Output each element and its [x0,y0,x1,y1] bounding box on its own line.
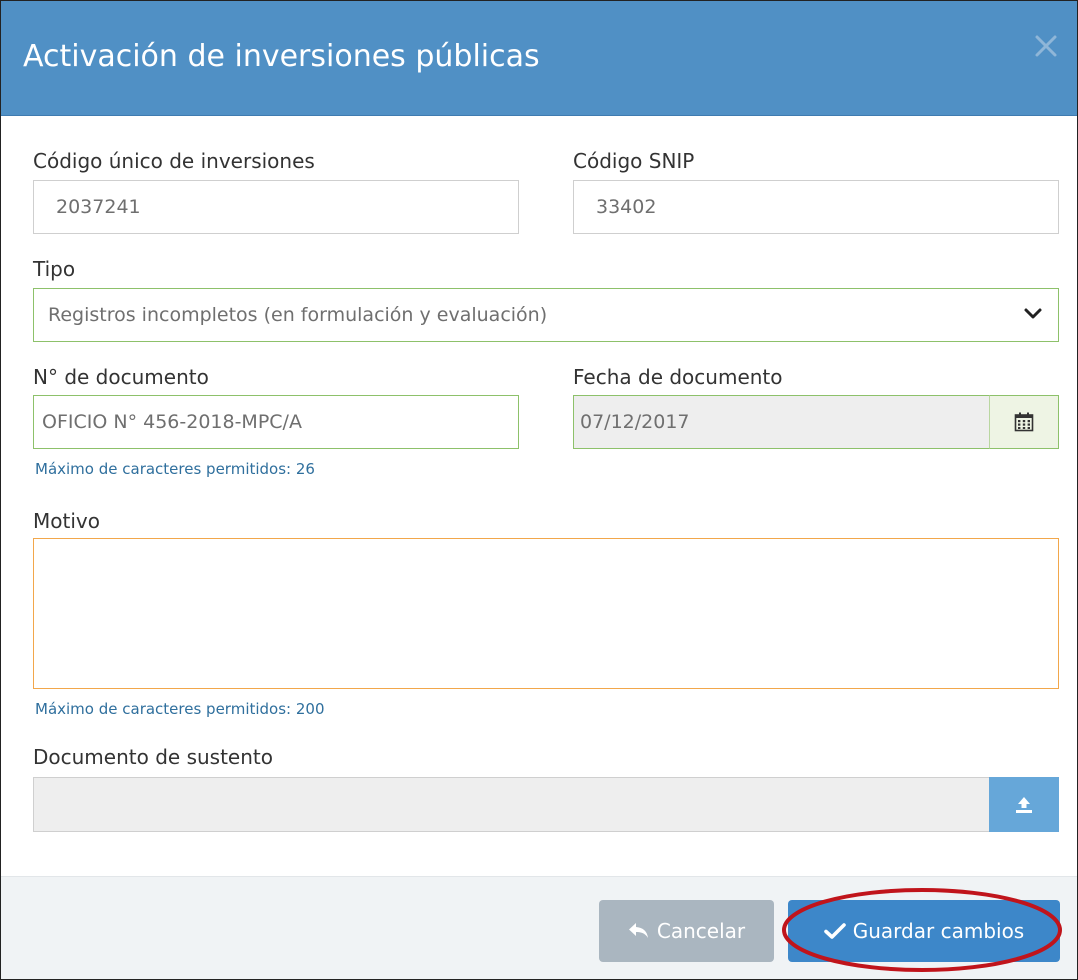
chevron-down-icon [1024,308,1042,319]
fecha-documento-input[interactable]: 07/12/2017 [573,395,990,449]
codigo-unico-value: 2037241 [56,196,141,218]
fecha-documento-value: 07/12/2017 [580,411,690,433]
codigo-snip-field[interactable]: 33402 [573,180,1059,234]
motivo-label: Motivo [33,509,100,533]
calendar-button[interactable] [989,395,1059,449]
tipo-selected-value: Registros incompletos (en formulación y … [48,304,548,326]
motivo-textarea[interactable] [33,538,1059,689]
activation-modal: Activación de inversiones públicas Códig… [0,0,1078,980]
codigo-snip-label: Código SNIP [573,149,695,173]
nro-documento-label: N° de documento [33,365,209,389]
tipo-select[interactable]: Registros incompletos (en formulación y … [33,288,1059,342]
modal-title: Activación de inversiones públicas [23,39,540,74]
check-icon [823,923,846,939]
cancel-button[interactable]: Cancelar [599,900,774,962]
save-button-label: Guardar cambios [852,919,1025,943]
fecha-documento-label: Fecha de documento [573,365,783,389]
codigo-snip-value: 33402 [596,196,657,218]
nro-documento-help: Máximo de caracteres permitidos: 26 [35,460,315,478]
calendar-icon [1014,412,1034,432]
tipo-label: Tipo [33,257,76,281]
modal-header: Activación de inversiones públicas [1,1,1077,116]
cancel-button-label: Cancelar [656,919,746,943]
close-icon[interactable] [1029,29,1063,63]
documento-sustento-field[interactable] [33,777,990,832]
codigo-unico-field[interactable]: 2037241 [33,180,519,234]
save-button[interactable]: Guardar cambios [788,900,1060,962]
nro-documento-input[interactable]: OFICIO N° 456-2018-MPC/A [33,395,519,449]
codigo-unico-label: Código único de inversiones [33,149,315,173]
upload-icon [1016,796,1032,813]
documento-sustento-label: Documento de sustento [33,745,273,769]
motivo-help: Máximo de caracteres permitidos: 200 [35,700,325,718]
reply-icon [628,923,648,938]
nro-documento-value: OFICIO N° 456-2018-MPC/A [42,411,302,433]
upload-button[interactable] [989,777,1059,832]
